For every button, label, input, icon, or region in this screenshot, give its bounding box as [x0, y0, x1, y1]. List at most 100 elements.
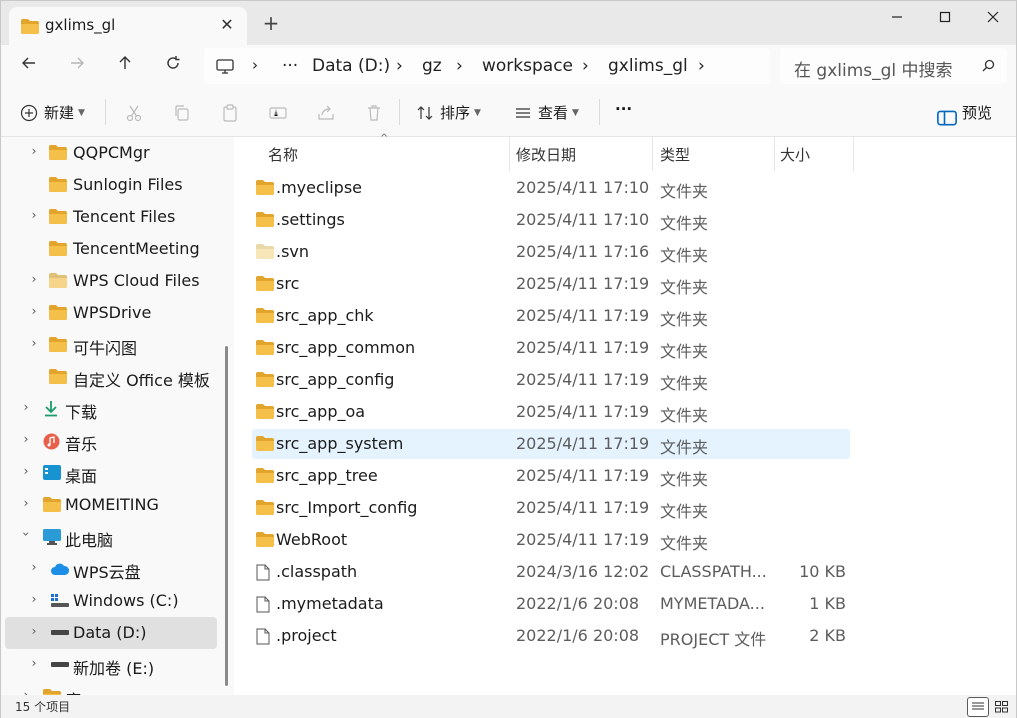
file-type: CLASSPATH...: [660, 562, 767, 581]
file-row[interactable]: .settings 2025/4/11 17:10 文件夹: [252, 205, 850, 235]
file-row[interactable]: .myeclipse 2025/4/11 17:10 文件夹: [252, 173, 850, 203]
file-size: 10 KB: [799, 562, 846, 581]
sidebar-item-tencent-files[interactable]: › Tencent Files: [5, 201, 217, 233]
column-modified[interactable]: 修改日期: [516, 144, 576, 165]
rename-icon[interactable]: [268, 104, 288, 122]
cut-icon[interactable]: [124, 104, 144, 122]
details-view-button[interactable]: [967, 697, 989, 717]
column-type[interactable]: 类型: [660, 144, 690, 165]
file-row[interactable]: src_app_oa 2025/4/11 17:19 文件夹: [252, 397, 850, 427]
sidebar-item-downloads[interactable]: › 下载: [5, 393, 217, 425]
new-tab-button[interactable]: +: [261, 13, 281, 33]
refresh-button[interactable]: [159, 53, 187, 79]
sidebar-item-wps-cloud-files[interactable]: › WPS Cloud Files: [5, 265, 217, 297]
sidebar-item-desktop[interactable]: › 桌面: [5, 457, 217, 489]
file-row[interactable]: src_app_chk 2025/4/11 17:19 文件夹: [252, 301, 850, 331]
more-options-button[interactable]: ···: [615, 100, 632, 118]
file-date: 2024/3/16 12:02: [516, 562, 650, 581]
column-divider[interactable]: [774, 137, 775, 171]
chevron-right-icon[interactable]: ›: [27, 656, 41, 670]
chevron-right-icon[interactable]: ›: [27, 144, 41, 158]
sidebar-item-libraries[interactable]: › 库: [5, 681, 217, 695]
file-row[interactable]: src_Import_config 2025/4/11 17:19 文件夹: [252, 493, 850, 523]
preview-button[interactable]: 预览: [962, 102, 992, 123]
file-size: 1 KB: [809, 594, 846, 613]
sidebar-item-windows-c[interactable]: › Windows (C:): [5, 585, 217, 617]
breadcrumb-gxlims-gl[interactable]: gxlims_gl: [608, 56, 688, 76]
breadcrumb-workspace[interactable]: workspace: [482, 56, 573, 76]
share-icon[interactable]: [316, 104, 336, 122]
file-row[interactable]: src_app_common 2025/4/11 17:19 文件夹: [252, 333, 850, 363]
sidebar-item-data-d[interactable]: › Data (D:): [5, 617, 217, 649]
chevron-right-icon[interactable]: ›: [27, 304, 41, 318]
search-input[interactable]: 在 gxlims_gl 中搜索: [780, 48, 1007, 84]
folder-icon: [49, 241, 67, 256]
tab-close-icon[interactable]: ✕: [217, 15, 237, 34]
chevron-right-icon[interactable]: ›: [19, 496, 33, 510]
forward-button[interactable]: [63, 53, 91, 79]
sidebar-item-music[interactable]: › 音乐: [5, 425, 217, 457]
chevron-right-icon[interactable]: ›: [27, 272, 41, 286]
file-row[interactable]: .classpath 2024/3/16 12:02 CLASSPATH... …: [252, 557, 850, 587]
minimize-button[interactable]: [873, 1, 921, 37]
address-bar[interactable]: › ··· Data (D:) › gz › workspace › gxlim…: [204, 48, 770, 84]
column-divider[interactable]: [509, 137, 510, 171]
sidebar-item-new-volume-e[interactable]: › 新加卷 (E:): [5, 649, 217, 681]
file-row[interactable]: .svn 2025/4/11 17:16 文件夹: [252, 237, 850, 267]
chevron-right-icon[interactable]: ›: [19, 688, 33, 695]
file-row[interactable]: .project 2022/1/6 20:08 PROJECT 文件 2 KB: [252, 621, 850, 651]
column-name[interactable]: 名称: [268, 144, 298, 165]
copy-icon[interactable]: [172, 104, 192, 122]
chevron-down-icon[interactable]: ›: [19, 527, 33, 541]
sidebar-item-wps-cloud[interactable]: › WPS云盘: [5, 553, 217, 585]
back-button[interactable]: [15, 53, 43, 79]
sidebar-item-qqpcmgr[interactable]: › QQPCMgr: [5, 137, 217, 169]
chevron-right-icon[interactable]: ›: [19, 432, 33, 446]
breadcrumb-data-d[interactable]: Data (D:): [312, 56, 390, 76]
chevron-right-icon[interactable]: ›: [27, 624, 41, 638]
chevron-right-icon[interactable]: ›: [19, 464, 33, 478]
column-divider[interactable]: [853, 137, 854, 171]
chevron-right-icon[interactable]: ›: [27, 208, 41, 222]
chevron-right-icon[interactable]: ›: [27, 592, 41, 606]
up-button[interactable]: [111, 53, 139, 79]
column-divider[interactable]: [652, 137, 653, 171]
tab-gxlims-gl[interactable]: gxlims_gl ✕: [9, 7, 247, 45]
sidebar-item-office-templates[interactable]: 自定义 Office 模板: [5, 361, 217, 393]
delete-icon[interactable]: [364, 104, 384, 122]
folder-icon: [256, 500, 274, 515]
sort-button[interactable]: 排序 ▼: [440, 102, 481, 123]
document-icon: [256, 564, 270, 581]
file-row[interactable]: src_app_tree 2025/4/11 17:19 文件夹: [252, 461, 850, 491]
chevron-right-icon: ›: [396, 56, 403, 76]
file-row[interactable]: .mymetadata 2022/1/6 20:08 MYMETADA... 1…: [252, 589, 850, 619]
sidebar-item-keniu[interactable]: › 可牛闪图: [5, 329, 217, 361]
file-date: 2025/4/11 17:19: [516, 402, 650, 421]
file-row[interactable]: src_app_config 2025/4/11 17:19 文件夹: [252, 365, 850, 395]
file-row[interactable]: WebRoot 2025/4/11 17:19 文件夹: [252, 525, 850, 555]
file-row-hovered[interactable]: src_app_system 2025/4/11 17:19 文件夹: [252, 429, 850, 459]
tiles-view-button[interactable]: [991, 697, 1013, 717]
close-window-button[interactable]: [969, 1, 1017, 37]
new-button[interactable]: 新建 ▼: [44, 102, 85, 123]
sidebar-scrollbar[interactable]: [225, 346, 228, 686]
view-button[interactable]: 查看 ▼: [538, 102, 579, 123]
command-bar: 新建 ▼ 排序 ▼ 查看 ▼ ··· 预览: [1, 87, 1016, 137]
breadcrumb-gz[interactable]: gz: [422, 56, 442, 76]
sidebar-item-wpsdrive[interactable]: › WPSDrive: [5, 297, 217, 329]
file-name: src_app_tree: [276, 466, 378, 485]
maximize-button[interactable]: [921, 1, 969, 37]
sidebar-item-tencentmeeting[interactable]: TencentMeeting: [5, 233, 217, 265]
chevron-right-icon[interactable]: ›: [27, 336, 41, 350]
breadcrumb-ellipsis[interactable]: ···: [282, 56, 298, 76]
sidebar-item-label: Sunlogin Files: [73, 175, 183, 194]
column-size[interactable]: 大小: [780, 144, 810, 165]
chevron-right-icon[interactable]: ›: [19, 400, 33, 414]
paste-icon[interactable]: [220, 104, 240, 122]
sidebar-item-this-pc[interactable]: › 此电脑: [5, 521, 217, 553]
sidebar-item-momeiting[interactable]: › MOMEITING: [5, 489, 217, 521]
chevron-right-icon[interactable]: ›: [27, 560, 41, 574]
file-type: 文件夹: [660, 310, 709, 329]
file-row[interactable]: src 2025/4/11 17:19 文件夹: [252, 269, 850, 299]
sidebar-item-sunlogin-files[interactable]: Sunlogin Files: [5, 169, 217, 201]
